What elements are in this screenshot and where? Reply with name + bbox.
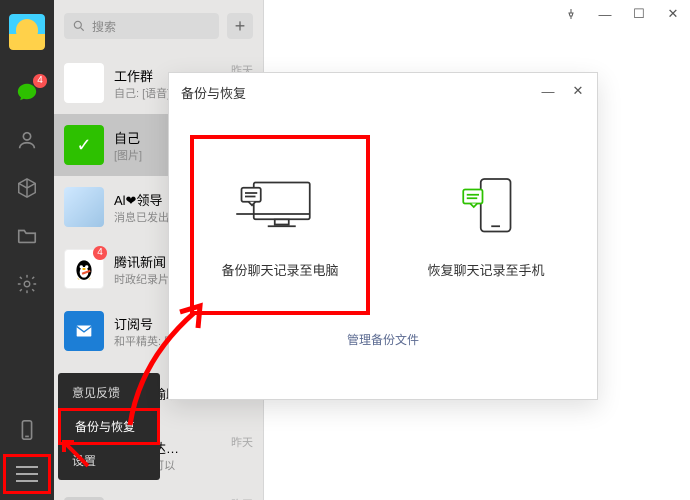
avatar[interactable] <box>9 14 45 50</box>
search-input[interactable]: 搜索 <box>64 13 219 39</box>
nav-phone[interactable] <box>11 414 43 446</box>
card-label: 备份聊天记录至电脑 <box>221 260 338 279</box>
chat-avatar <box>64 187 104 227</box>
backup-restore-dialog: 备份与恢复 — ✕ 备份聊天记录至电脑 <box>168 72 598 400</box>
nav-rail: 4 <box>0 0 54 500</box>
penguin-icon <box>71 256 97 282</box>
backup-to-pc-card[interactable]: 备份聊天记录至电脑 <box>190 135 370 315</box>
chat-avatar <box>64 311 104 351</box>
nav-moments[interactable] <box>11 268 43 300</box>
search-icon <box>72 19 86 33</box>
chat-item[interactable]: 主1群 昨天 <box>54 486 263 500</box>
phone-restore-icon <box>441 172 531 242</box>
nav-contacts[interactable] <box>11 124 43 156</box>
search-placeholder: 搜索 <box>92 18 116 35</box>
chat-time: 昨天 <box>231 496 253 500</box>
nav-favorites[interactable] <box>11 172 43 204</box>
mail-icon <box>73 320 95 342</box>
chat-avatar <box>64 63 104 103</box>
chat-badge: 4 <box>93 246 107 260</box>
chat-avatar: 4 <box>64 249 104 289</box>
gear-icon <box>16 273 38 295</box>
pin-icon <box>565 8 577 20</box>
chat-badge: 4 <box>33 74 47 88</box>
cube-icon <box>16 177 38 199</box>
chat-time: 昨天 <box>231 434 253 450</box>
restore-to-phone-card[interactable]: 恢复聊天记录至手机 <box>396 135 576 315</box>
window-controls: — ☐ ✕ <box>554 0 690 28</box>
nav-files[interactable] <box>11 220 43 252</box>
phone-icon <box>16 419 38 441</box>
folder-icon <box>16 225 38 247</box>
menu-settings[interactable]: 设置 <box>58 445 160 476</box>
monitor-icon <box>235 172 325 242</box>
add-button[interactable]: + <box>227 13 253 39</box>
card-label: 恢复聊天记录至手机 <box>427 260 544 279</box>
menu-feedback[interactable]: 意见反馈 <box>58 377 160 408</box>
menu-button[interactable] <box>10 459 44 489</box>
dialog-minimize-button[interactable]: — <box>533 77 563 105</box>
contacts-icon <box>16 129 38 151</box>
hamburger-highlight <box>3 454 51 494</box>
nav-chat[interactable]: 4 <box>11 76 43 108</box>
chat-avatar: ✓ <box>64 125 104 165</box>
close-button[interactable]: ✕ <box>656 0 690 28</box>
pin-button[interactable] <box>554 0 588 28</box>
maximize-button[interactable]: ☐ <box>622 0 656 28</box>
dialog-close-button[interactable]: ✕ <box>563 77 593 105</box>
menu-backup-restore[interactable]: 备份与恢复 <box>58 408 160 445</box>
manage-backups-link[interactable]: 管理备份文件 <box>347 333 419 347</box>
minimize-button[interactable]: — <box>588 0 622 28</box>
more-menu: 意见反馈 备份与恢复 设置 <box>58 373 160 480</box>
